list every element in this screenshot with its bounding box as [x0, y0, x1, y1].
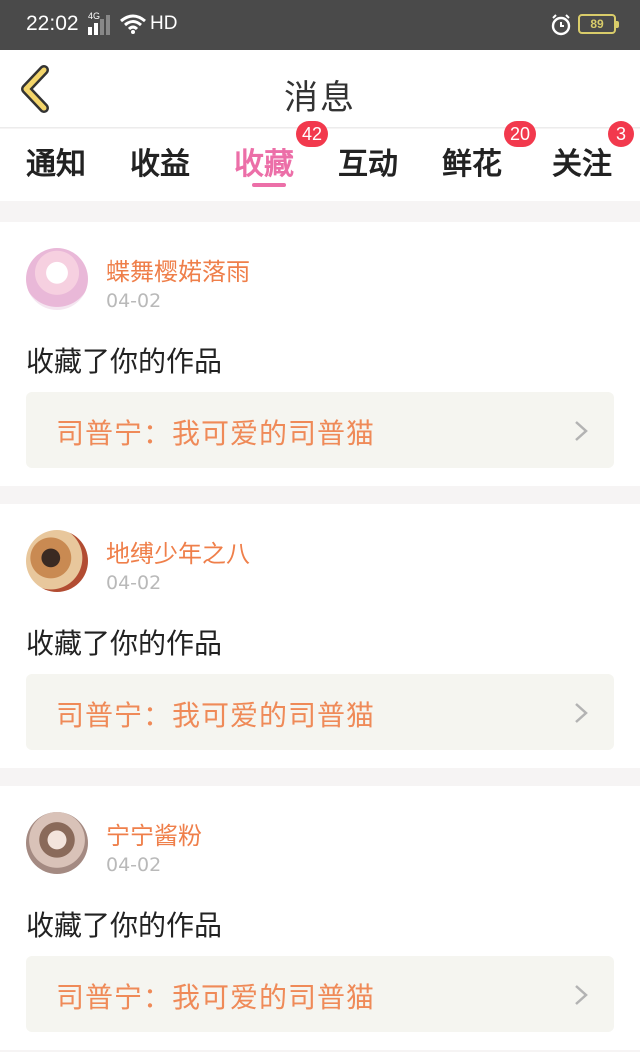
battery-level: 89: [590, 17, 604, 31]
work-title: 司普宁：我可爱的司普猫: [56, 417, 376, 450]
message-card: 蝶舞樱婼落雨 04-02 收藏了你的作品 司普宁：我可爱的司普猫: [0, 222, 640, 486]
username[interactable]: 地缚少年之八: [106, 534, 250, 569]
tab-earnings[interactable]: 收益: [130, 139, 190, 183]
message-date: 04-02: [106, 572, 162, 594]
message-card: 地缚少年之八 04-02 收藏了你的作品 司普宁：我可爱的司普猫: [0, 504, 640, 768]
alarm-icon: [551, 14, 571, 36]
chevron-right-icon: [575, 703, 588, 723]
status-bar: 22:02 4G HD 89: [0, 0, 640, 50]
chevron-right-icon: [575, 985, 588, 1005]
status-time: 22:02: [26, 12, 79, 35]
app-bar: 消息: [0, 50, 640, 128]
work-link[interactable]: 司普宁：我可爱的司普猫: [26, 674, 614, 750]
work-link[interactable]: 司普宁：我可爱的司普猫: [26, 392, 614, 468]
favorites-badge: 42: [296, 121, 329, 147]
active-tab-indicator: [252, 183, 286, 187]
network-type: 4G: [88, 11, 101, 21]
battery-icon: 89: [578, 14, 619, 34]
message-action: 收藏了你的作品: [26, 627, 223, 660]
following-badge: 3: [608, 121, 634, 147]
avatar[interactable]: [26, 812, 88, 874]
wifi-icon: [120, 14, 146, 34]
message-action: 收藏了你的作品: [26, 909, 223, 942]
tab-favorites[interactable]: 收藏: [234, 139, 294, 183]
signal-icon: 4G: [88, 11, 110, 35]
avatar[interactable]: [26, 530, 88, 592]
username[interactable]: 宁宁酱粉: [106, 816, 202, 851]
message-card: 宁宁酱粉 04-02 收藏了你的作品 司普宁：我可爱的司普猫: [0, 786, 640, 1050]
message-date: 04-02: [106, 854, 162, 876]
message-action: 收藏了你的作品: [26, 345, 223, 378]
message-date: 04-02: [106, 290, 162, 312]
work-title: 司普宁：我可爱的司普猫: [56, 699, 376, 732]
tab-interactions[interactable]: 互动: [338, 139, 398, 183]
page-title: 消息: [284, 78, 356, 118]
avatar[interactable]: [26, 248, 88, 310]
username[interactable]: 蝶舞樱婼落雨: [106, 252, 250, 287]
flowers-badge: 20: [504, 121, 537, 147]
tab-flowers[interactable]: 鲜花: [442, 139, 502, 183]
hd-indicator: HD: [150, 13, 178, 34]
tab-bar: 通知 收益 收藏 42 互动 鲜花 20 关注 3: [0, 121, 640, 201]
chevron-right-icon: [575, 421, 588, 441]
tab-following[interactable]: 关注: [552, 139, 612, 183]
tab-notifications[interactable]: 通知: [26, 139, 86, 183]
work-title: 司普宁：我可爱的司普猫: [56, 981, 376, 1014]
work-link[interactable]: 司普宁：我可爱的司普猫: [26, 956, 614, 1032]
